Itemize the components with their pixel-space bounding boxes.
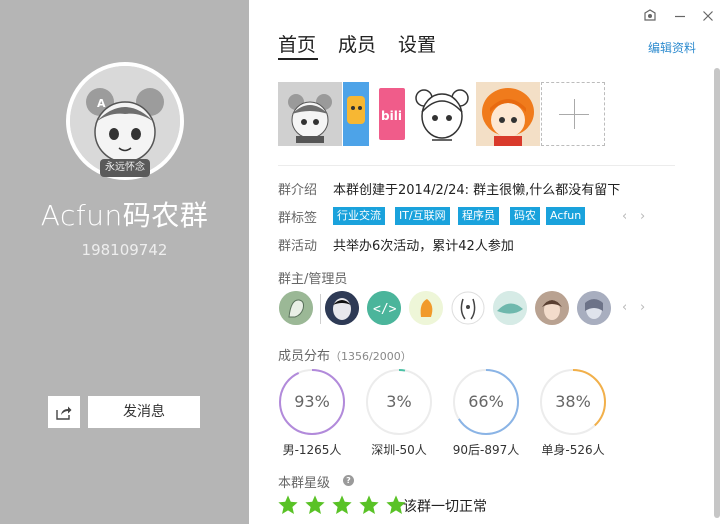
skin-icon[interactable] [642,8,658,24]
stat-label: 男-1265人 [282,443,342,457]
tag-acfun[interactable]: Acfun [546,207,586,225]
stat-percent: 93% [294,392,330,411]
star-icon [358,494,380,516]
admin-avatar[interactable] [451,291,485,325]
stat-label: 深圳-50人 [371,443,427,457]
group-profile-panel: A 永远怀念 Acfun码农群 198109742 发消息 [0,0,249,524]
tag-coder[interactable]: 码农 [510,207,540,225]
tags-label: 群标签 [278,211,318,226]
scrollbar[interactable] [714,68,720,518]
tab-home[interactable]: 首页 [278,30,316,57]
admin-avatar[interactable] [577,291,611,325]
help-icon[interactable]: ? [343,475,354,486]
add-photo-button[interactable] [541,82,605,146]
tab-settings[interactable]: 设置 [398,30,436,57]
edit-profile-link[interactable]: 编辑资料 [648,39,696,56]
share-button[interactable] [48,396,80,428]
admin-avatar[interactable] [279,291,313,325]
tab-members[interactable]: 成员 [338,30,376,57]
tags-prev-icon[interactable]: ‹ [622,209,627,224]
star-icon [277,494,299,516]
stat-percent: 38% [555,392,591,411]
avatar-badge: 永远怀念 [100,159,150,177]
admins-title: 群主/管理员 [278,272,348,287]
share-icon [56,406,72,420]
svg-text:A: A [97,97,106,110]
admins-next-icon[interactable]: › [640,300,645,315]
star-icon [331,494,353,516]
photo-bilibili-logo[interactable]: bili [376,82,408,146]
admins-prev-icon[interactable]: ‹ [622,300,627,315]
intro-label: 群介绍 [278,183,318,198]
svg-text:bili: bili [381,109,402,123]
stat-single[interactable]: 38% [539,368,607,436]
owner-divider [320,294,321,324]
intro-value: 本群创建于2014/2/24: 群主很懒,什么都没有留下 [333,183,621,198]
members-count: （1356/2000） [330,350,412,363]
tag-it[interactable]: IT/互联网 [395,207,450,225]
stat-label: 90后-897人 [452,443,520,457]
members-title-text: 成员分布 [278,349,331,364]
close-icon[interactable] [700,8,716,24]
tags-next-icon[interactable]: › [640,209,645,224]
stat-region[interactable]: 3% [365,368,433,436]
rating-title: 本群星级 [278,476,331,491]
active-tab-indicator [278,58,318,60]
svg-text:</>: </> [373,302,397,317]
members-title: 成员分布（1356/2000） [278,345,412,364]
photo-anime-sketch[interactable] [410,82,474,146]
admin-avatar[interactable]: </> [367,291,401,325]
activity-value: 共举办6次活动，累计42人参加 [333,239,514,254]
stat-gender[interactable]: 93% [278,368,346,436]
group-number: 198109742 [81,241,168,259]
tag-industry[interactable]: 行业交流 [333,207,385,225]
divider [278,165,675,166]
activity-label: 群活动 [278,239,318,254]
photo-anime-girl-orange[interactable] [476,82,540,146]
rating-text: 该群一切正常 [403,499,487,515]
group-name: Acfun码农群 [40,199,209,232]
minimize-icon[interactable] [672,8,688,24]
admin-avatar[interactable] [493,291,527,325]
tag-programmer[interactable]: 程序员 [458,207,499,225]
stat-label: 单身-526人 [541,443,605,457]
star-icon [304,494,326,516]
admin-avatar[interactable] [535,291,569,325]
stat-percent: 3% [386,392,412,411]
admin-avatar[interactable] [409,291,443,325]
send-message-button[interactable]: 发消息 [88,396,200,428]
stat-percent: 66% [468,392,504,411]
photo-acfun-logo[interactable] [343,82,369,146]
photo-acfun-mascot[interactable] [278,82,342,146]
admin-avatar[interactable] [325,291,359,325]
stat-age[interactable]: 66% [452,368,520,436]
